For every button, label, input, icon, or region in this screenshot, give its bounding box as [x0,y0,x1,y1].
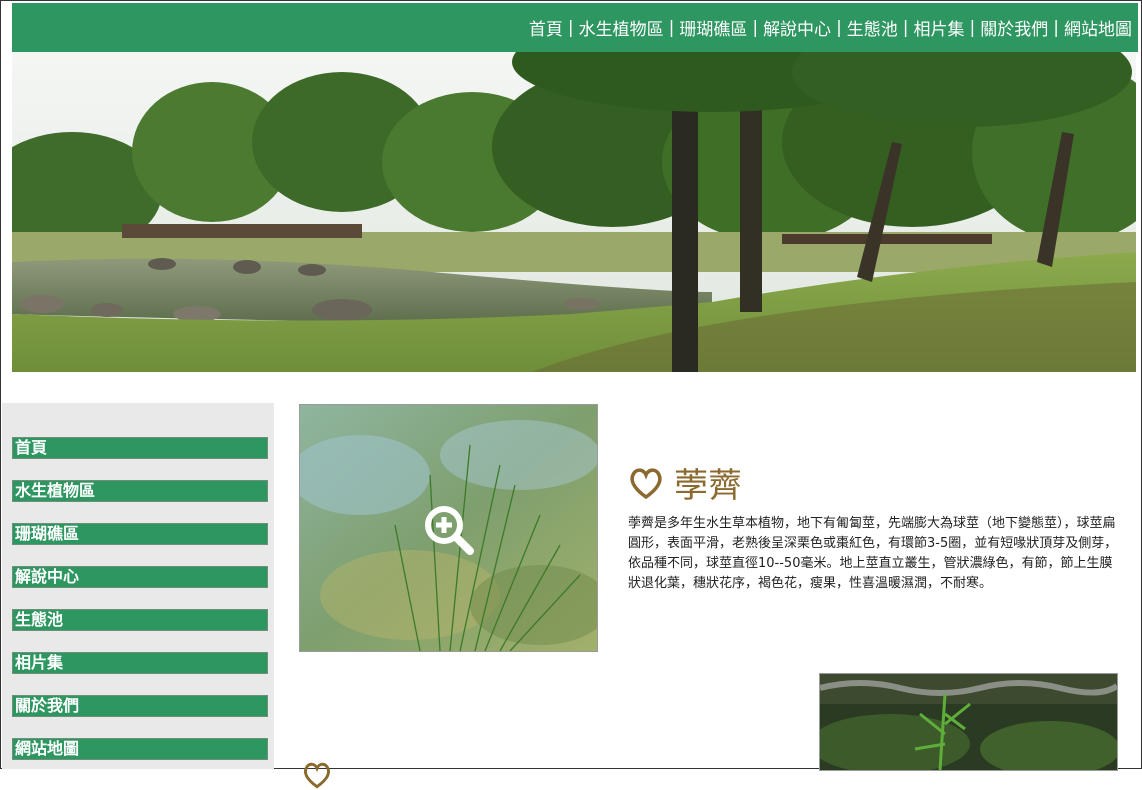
topnav-separator: | [836,17,842,38]
topnav-item-coral-reef[interactable]: 珊瑚礁區 [679,15,747,40]
topnav-item-eco-pond[interactable]: 生態池 [847,15,898,40]
sidebar-item-visitor-center[interactable]: 解說中心 [12,566,268,588]
sidebar: 首頁 水生植物區 珊瑚礁區 解說中心 生態池 相片集 關於我們 網站地圖 [2,403,274,769]
topnav-item-sitemap[interactable]: 網站地圖 [1064,15,1132,40]
sidebar-item-aquatic-plants[interactable]: 水生植物區 [12,480,268,502]
topnav-separator: | [668,17,675,38]
plant-thumbnail-2[interactable] [819,673,1118,771]
entry-title: 荸薺 [628,458,742,507]
topnav-separator: | [969,17,976,38]
topnav-separator: | [752,17,759,38]
topnav-item-gallery[interactable]: 相片集 [914,15,965,40]
topnav-item-home[interactable]: 首頁 [529,15,563,40]
zoom-in-icon[interactable] [422,503,476,557]
topnav-separator: | [1053,17,1059,38]
entry-description: 荸薺是多年生水生草本植物，地下有匍匐莖，先端膨大為球莖（地下變態莖），球莖扁圓形… [628,516,1118,591]
plant-thumbnail[interactable] [299,404,598,652]
sidebar-item-gallery[interactable]: 相片集 [12,652,268,674]
heart-outline-icon [304,762,330,789]
sidebar-item-home[interactable]: 首頁 [12,437,268,459]
sidebar-item-eco-pond[interactable]: 生態池 [12,609,268,631]
entry-title-text: 荸薺 [674,466,742,506]
sidebar-item-sitemap[interactable]: 網站地圖 [12,738,268,760]
topnav-item-visitor-center[interactable]: 解說中心 [763,15,831,40]
sidebar-item-coral-reef[interactable]: 珊瑚礁區 [12,523,268,545]
topnav-separator: | [567,17,574,38]
top-navigation: 首頁 | 水生植物區 | 珊瑚礁區 | 解說中心 | 生態池 | 相片集 | 關… [12,3,1138,52]
sidebar-item-about[interactable]: 關於我們 [12,695,268,717]
topnav-item-aquatic-plants[interactable]: 水生植物區 [579,15,664,40]
banner-image [12,52,1136,372]
topnav-separator: | [902,17,909,38]
topnav-item-about[interactable]: 關於我們 [980,15,1048,40]
heart-outline-icon [630,467,662,499]
